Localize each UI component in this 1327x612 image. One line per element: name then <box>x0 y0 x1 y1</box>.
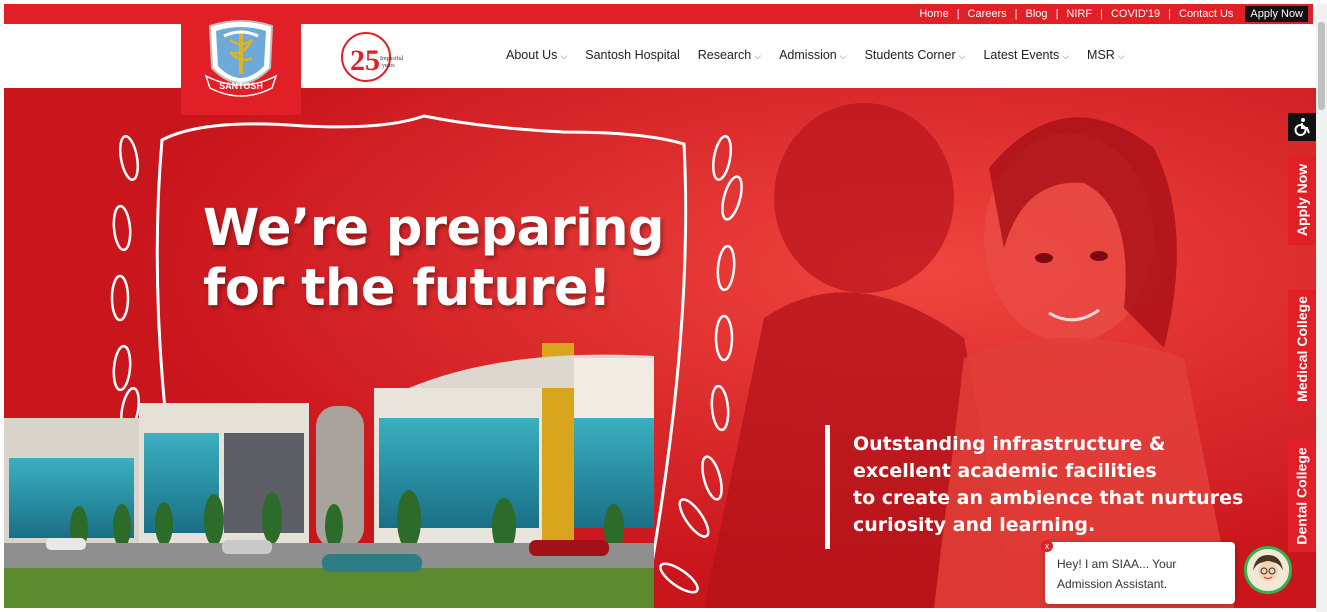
page-scrollbar[interactable] <box>1316 4 1327 612</box>
hero-headline: We’re preparing for the future! <box>203 199 665 319</box>
nav-label: Admission <box>779 48 837 62</box>
apply-now-label: Apply Now <box>1294 163 1310 237</box>
medical-college-label: Medical College <box>1294 296 1310 402</box>
accessibility-icon[interactable] <box>1288 113 1316 141</box>
nav-research[interactable]: Research ⌵ <box>698 48 761 62</box>
separator: | <box>1014 8 1018 20</box>
top-link-blog[interactable]: Blog <box>1018 8 1056 20</box>
nav-label: Santosh Hospital <box>585 48 680 62</box>
nav-santosh-hospital[interactable]: Santosh Hospital <box>585 48 680 62</box>
headline-line-1: We’re preparing <box>203 199 665 258</box>
separator: | <box>1055 8 1059 20</box>
separator: | <box>1168 8 1171 20</box>
nav-about-us[interactable]: About Us ⌵ <box>506 48 567 62</box>
badge-number: 25 <box>350 44 380 77</box>
top-apply-now-button[interactable]: Apply Now <box>1245 6 1308 22</box>
nav-students-corner[interactable]: Students Corner ⌵ <box>865 48 966 62</box>
nav-label: About Us <box>506 48 558 62</box>
nav-latest-events[interactable]: Latest Events ⌵ <box>983 48 1069 62</box>
top-links: Home | Careers | Blog | NIRF | COVID'19 … <box>911 4 1308 24</box>
chevron-down-icon: ⌵ <box>560 51 568 61</box>
headline-line-2: for the future! <box>203 259 611 318</box>
apply-now-side-tab[interactable]: Apply Now <box>1288 155 1316 245</box>
chat-line-2: Admission Assistant. <box>1057 577 1168 591</box>
top-link-home[interactable]: Home <box>911 8 956 20</box>
medical-college-side-tab[interactable]: Medical College <box>1288 290 1316 408</box>
nav-label: MSR <box>1087 48 1115 62</box>
chat-bubble[interactable]: x Hey! I am SIAA... Your Admission Assis… <box>1041 540 1235 604</box>
chat-assistant-avatar[interactable] <box>1244 546 1292 594</box>
top-link-nirf[interactable]: NIRF <box>1058 8 1100 20</box>
tagline-line: Outstanding infrastructure & <box>853 433 1166 455</box>
badge-line1: Impactful <box>380 55 404 62</box>
logo-text: SANTOSH <box>219 81 263 91</box>
chevron-down-icon: ⌵ <box>958 51 966 61</box>
chevron-down-icon: ⌵ <box>1117 51 1125 61</box>
chevron-down-icon: ⌵ <box>1062 51 1070 61</box>
hero-tagline: Outstanding infrastructure & excellent a… <box>853 431 1243 539</box>
primary-nav: About Us ⌵ Santosh Hospital Research ⌵ Adm… <box>506 48 1143 62</box>
crest-icon: SANTOSH <box>204 19 278 97</box>
close-icon[interactable]: x <box>1041 540 1053 552</box>
badge-line2: years <box>382 63 395 69</box>
wheelchair-icon <box>1294 118 1310 136</box>
chevron-down-icon: ⌵ <box>754 51 762 61</box>
chat-line-1: Hey! I am SIAA... Your <box>1057 557 1177 571</box>
dental-college-side-tab[interactable]: Dental College <box>1288 440 1316 552</box>
santosh-logo[interactable]: SANTOSH <box>181 4 301 115</box>
nav-label: Latest Events <box>983 48 1060 62</box>
tagline-line: excellent academic facilities <box>853 460 1157 482</box>
tagline-divider <box>825 425 830 549</box>
separator: | <box>1100 8 1103 20</box>
dental-college-label: Dental College <box>1294 447 1310 545</box>
separator: | <box>956 8 960 20</box>
tagline-line: curiosity and learning. <box>853 514 1096 536</box>
assistant-avatar-icon <box>1247 549 1289 591</box>
scrollbar-thumb[interactable] <box>1318 22 1325 110</box>
top-link-covid[interactable]: COVID'19 <box>1103 8 1168 20</box>
nav-msr[interactable]: MSR ⌵ <box>1087 48 1125 62</box>
nav-label: Students Corner <box>864 48 956 62</box>
nav-label: Research <box>697 48 752 62</box>
tagline-line: to create an ambience that nurtures <box>853 487 1244 509</box>
top-link-contact[interactable]: Contact Us <box>1171 8 1241 20</box>
hero-banner: We’re preparing for the future! Outstand… <box>4 88 1316 608</box>
chevron-down-icon: ⌵ <box>839 51 847 61</box>
anniversary-badge: 25 Impactful years <box>340 30 404 84</box>
nav-admission[interactable]: Admission ⌵ <box>779 48 847 62</box>
top-link-careers[interactable]: Careers <box>960 8 1015 20</box>
